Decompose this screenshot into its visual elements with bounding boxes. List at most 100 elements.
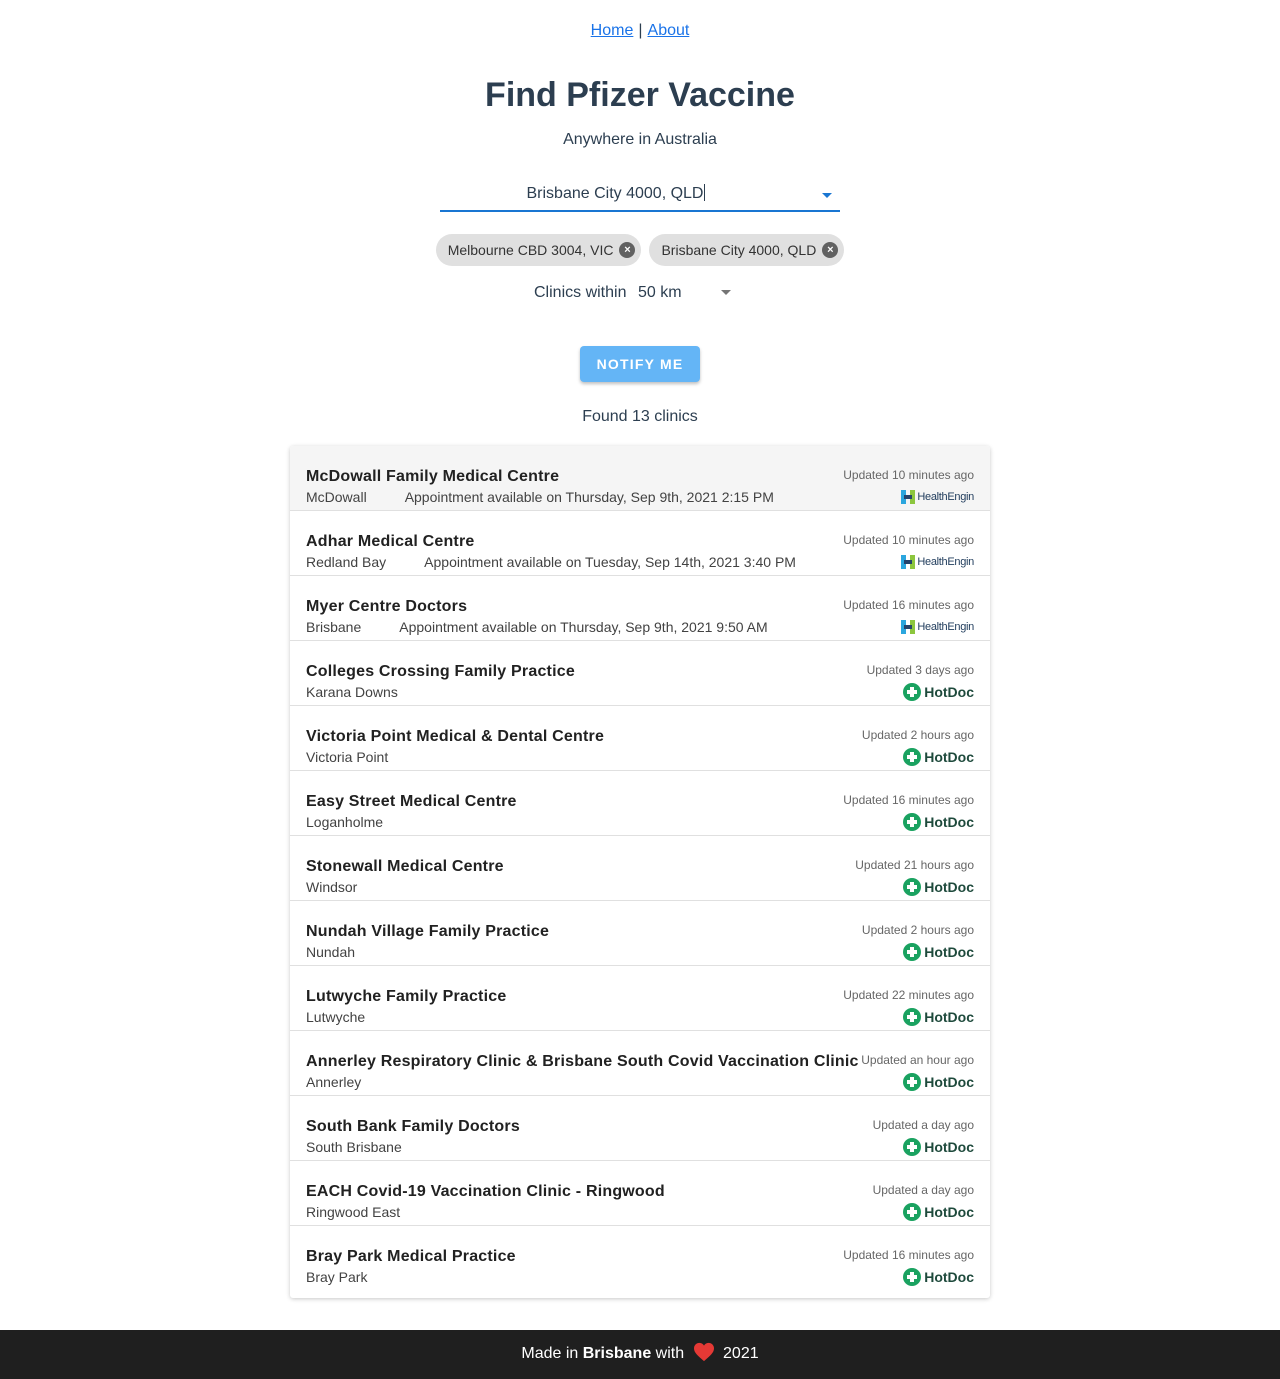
hotdoc-cross-icon bbox=[903, 748, 922, 766]
clinic-row[interactable]: Bray Park Medical Practice Bray Park Updat… bbox=[290, 1226, 990, 1298]
provider-name: HotDoc bbox=[924, 1009, 974, 1025]
page-title: Find Pfizer Vaccine bbox=[485, 76, 795, 114]
hotdoc-logo[interactable]: HotDoc bbox=[903, 1268, 974, 1286]
clinic-details: Karana Downs bbox=[306, 684, 398, 700]
clinic-suburb: Windsor bbox=[306, 879, 358, 895]
clinic-updated: Updated 22 minutes ago bbox=[843, 988, 974, 1002]
chip-remove-icon[interactable]: × bbox=[822, 242, 839, 258]
hotdoc-logo[interactable]: HotDoc bbox=[903, 878, 974, 896]
hotdoc-logo[interactable]: HotDoc bbox=[903, 1138, 974, 1156]
provider-name: HotDoc bbox=[924, 1139, 974, 1155]
clinic-appointment: Appointment available on Thursday, Sep 9… bbox=[404, 489, 774, 505]
clinic-updated: Updated 10 minutes ago bbox=[843, 468, 974, 482]
home-link[interactable]: Home bbox=[591, 22, 634, 39]
clinic-appointment: Appointment available on Tuesday, Sep 14… bbox=[424, 554, 796, 570]
clinic-row[interactable]: EACH Covid-19 Vaccination Clinic - Ringw… bbox=[290, 1161, 990, 1226]
hotdoc-logo[interactable]: HotDoc bbox=[903, 1073, 974, 1091]
dropdown-arrow-icon[interactable] bbox=[822, 193, 832, 198]
clinic-suburb: Nundah bbox=[306, 944, 356, 960]
clinic-details: South Brisbane bbox=[306, 1139, 402, 1155]
provider-name: HotDoc bbox=[924, 1269, 974, 1285]
clinic-details: Brisbane Appointment available on Thursda… bbox=[306, 619, 768, 635]
clinic-row[interactable]: Victoria Point Medical & Dental Centre Vi… bbox=[290, 706, 990, 771]
provider-name: HotDoc bbox=[924, 944, 974, 960]
hotdoc-logo[interactable]: HotDoc bbox=[903, 1008, 974, 1026]
clinic-name: Lutwyche Family Practice bbox=[306, 988, 507, 1005]
clinic-updated: Updated 2 hours ago bbox=[861, 728, 974, 742]
hotdoc-logo[interactable]: HotDoc bbox=[903, 813, 974, 831]
clinic-name: Bray Park Medical Practice bbox=[306, 1248, 516, 1265]
provider-name: HotDoc bbox=[924, 1074, 974, 1090]
clinic-details: Victoria Point bbox=[306, 749, 388, 765]
healthengine-logo[interactable]: HealthEngin bbox=[901, 618, 974, 636]
clinic-name: Victoria Point Medical & Dental Centre bbox=[306, 728, 605, 745]
clinic-suburb: Loganholme bbox=[306, 814, 384, 830]
location-select[interactable]: Brisbane City 4000, QLD bbox=[440, 178, 840, 212]
hotdoc-logo[interactable]: HotDoc bbox=[903, 683, 974, 701]
provider-name: HealthEngin bbox=[917, 621, 974, 633]
clinic-suburb: Bray Park bbox=[306, 1269, 368, 1285]
clinic-row[interactable]: Stonewall Medical Centre Windsor Updated 2… bbox=[290, 836, 990, 901]
hotdoc-cross-icon bbox=[903, 1008, 922, 1026]
clinic-details: Redland Bay Appointment available on Tues… bbox=[306, 554, 796, 570]
clinic-updated: Updated 2 hours ago bbox=[861, 923, 974, 937]
hotdoc-logo[interactable]: HotDoc bbox=[903, 943, 974, 961]
provider-name: HotDoc bbox=[924, 879, 974, 895]
about-link[interactable]: About bbox=[648, 22, 690, 39]
top-nav: Home | About bbox=[0, 20, 1280, 42]
clinic-name: Colleges Crossing Family Practice bbox=[306, 663, 575, 680]
clinic-updated: Updated 21 hours ago bbox=[855, 858, 974, 872]
provider-name: HealthEngin bbox=[917, 556, 974, 568]
clinic-row[interactable]: Myer Centre Doctors Brisbane Appointment a… bbox=[290, 576, 990, 641]
clinic-updated: Updated a day ago bbox=[872, 1118, 974, 1132]
radius-select[interactable]: 50 km bbox=[638, 282, 734, 306]
healthengine-h-icon bbox=[901, 620, 916, 634]
footer: Made in Brisbane with 2021 bbox=[0, 1330, 1280, 1379]
hotdoc-cross-icon bbox=[903, 1138, 922, 1156]
page-subtitle: Anywhere in Australia bbox=[563, 131, 717, 148]
hotdoc-cross-icon bbox=[903, 1073, 922, 1091]
clinic-suburb: Annerley bbox=[306, 1074, 362, 1090]
clinic-updated: Updated a day ago bbox=[872, 1183, 974, 1197]
clinic-details: Lutwyche bbox=[306, 1009, 365, 1025]
clinic-row[interactable]: Easy Street Medical Centre Loganholme Upda… bbox=[290, 771, 990, 836]
clinic-name: Easy Street Medical Centre bbox=[306, 793, 517, 810]
hotdoc-logo[interactable]: HotDoc bbox=[903, 748, 974, 766]
clinic-suburb: Ringwood East bbox=[306, 1204, 401, 1220]
clinic-row[interactable]: Lutwyche Family Practice Lutwyche Updated … bbox=[290, 966, 990, 1031]
healthengine-logo[interactable]: HealthEngin bbox=[901, 553, 974, 571]
clinic-suburb: McDowall bbox=[306, 489, 367, 505]
healthengine-h-icon bbox=[901, 555, 916, 569]
footer-year: 2021 bbox=[723, 1345, 759, 1362]
provider-name: HotDoc bbox=[924, 814, 974, 830]
clinic-updated: Updated an hour ago bbox=[861, 1053, 974, 1067]
location-value-wrap: Brisbane City 4000, QLD bbox=[440, 184, 792, 203]
results-summary: Found 13 clinics bbox=[582, 408, 698, 425]
selected-locations: Melbourne CBD 3004, VIC × Brisbane City … bbox=[0, 234, 1280, 266]
clinic-row[interactable]: McDowall Family Medical Centre McDowall Ap… bbox=[290, 446, 990, 511]
clinic-row[interactable]: Adhar Medical Centre Redland Bay Appointme… bbox=[290, 511, 990, 576]
clinic-details: McDowall Appointment available on Thursda… bbox=[306, 489, 774, 505]
heart-icon bbox=[693, 1342, 714, 1362]
clinic-suburb: Lutwyche bbox=[306, 1009, 366, 1025]
clinic-name: Myer Centre Doctors bbox=[306, 598, 468, 615]
healthengine-logo[interactable]: HealthEngin bbox=[901, 488, 974, 506]
dropdown-arrow-icon[interactable] bbox=[721, 290, 731, 295]
location-value: Brisbane City 4000, QLD bbox=[526, 185, 704, 202]
clinic-row[interactable]: Nundah Village Family Practice Nundah Upda… bbox=[290, 901, 990, 966]
clinic-suburb: Redland Bay bbox=[306, 554, 387, 570]
clinic-updated: Updated 10 minutes ago bbox=[843, 533, 974, 547]
clinic-row[interactable]: Annerley Respiratory Clinic & Brisbane S… bbox=[290, 1031, 990, 1096]
location-chip: Brisbane City 4000, QLD × bbox=[649, 234, 845, 266]
clinic-details: Annerley bbox=[306, 1074, 361, 1090]
chip-label: Brisbane City 4000, QLD bbox=[661, 242, 817, 258]
notify-me-button[interactable]: NOTIFY ME bbox=[580, 346, 700, 382]
clinic-row[interactable]: South Bank Family Doctors South Brisbane U… bbox=[290, 1096, 990, 1161]
clinic-updated: Updated 16 minutes ago bbox=[843, 598, 974, 612]
nav-separator: | bbox=[638, 22, 643, 39]
clinic-row[interactable]: Colleges Crossing Family Practice Karana … bbox=[290, 641, 990, 706]
chip-remove-icon[interactable]: × bbox=[619, 242, 636, 258]
hotdoc-cross-icon bbox=[903, 813, 922, 831]
clinic-name: McDowall Family Medical Centre bbox=[306, 468, 560, 485]
hotdoc-logo[interactable]: HotDoc bbox=[903, 1203, 974, 1221]
